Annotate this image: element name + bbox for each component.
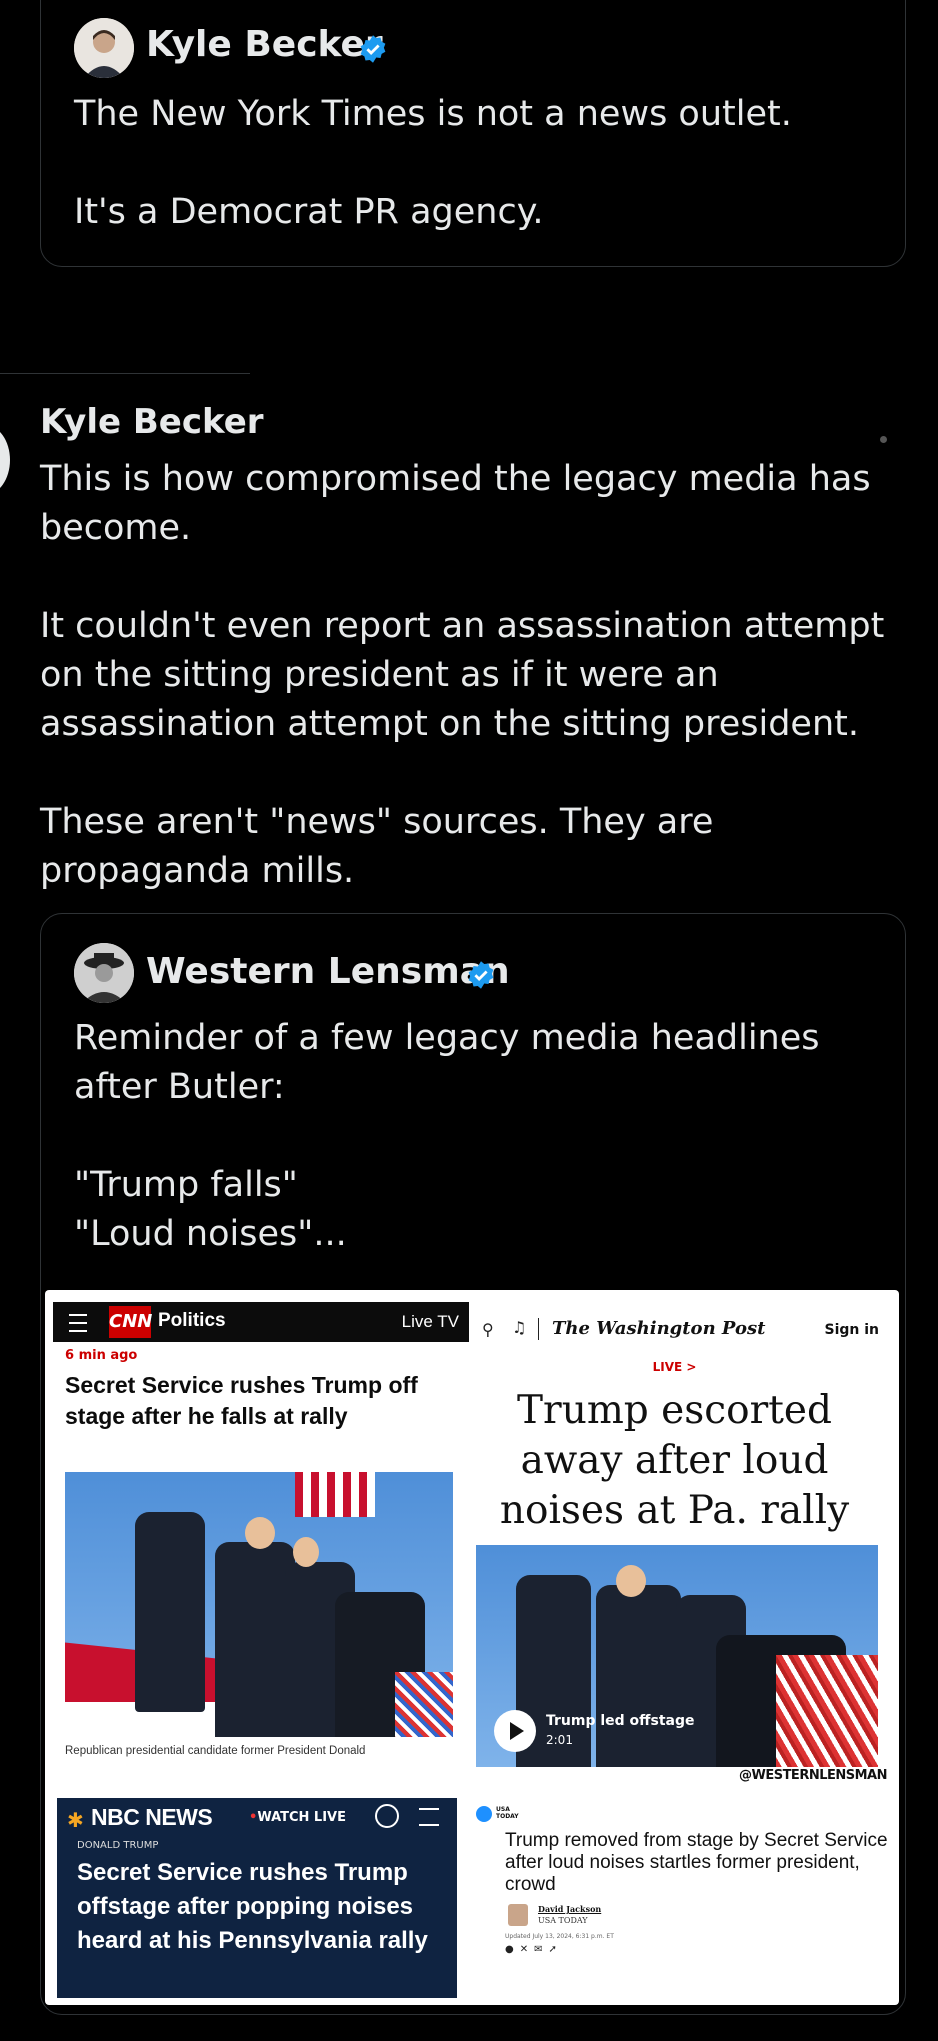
peacock-icon: ✱ xyxy=(67,1808,84,1832)
wapo-masthead: The Washington Post xyxy=(552,1318,766,1339)
tweet-line: The New York Times is not a news outlet. xyxy=(74,94,792,134)
nbc-logo: NBC NEWS xyxy=(91,1804,213,1830)
live-label: LIVE > xyxy=(652,1360,697,1374)
author-name[interactable]: Kyle Becker xyxy=(40,402,264,442)
cnn-headline: Secret Service rushes Trump off stage af… xyxy=(65,1372,418,1429)
play-button-icon xyxy=(494,1710,536,1752)
bell-icon: ♫ xyxy=(512,1318,527,1337)
tweet-body: This is how compromised the legacy media… xyxy=(40,455,900,896)
video-duration: 2:01 xyxy=(546,1733,573,1747)
video-title: Trump led offstage xyxy=(546,1713,695,1729)
search-icon: ⚲ xyxy=(482,1320,494,1339)
menu-icon xyxy=(69,1314,87,1332)
more-options-icon[interactable] xyxy=(880,436,887,443)
watch-live-link: •WATCH LIVE xyxy=(249,1810,346,1825)
tweet-line: "Loud noises"... xyxy=(74,1214,347,1254)
watermark: @WESTERNLENSMAN xyxy=(738,1768,888,1783)
divider xyxy=(0,373,250,374)
share-icons: ●✕✉➚ xyxy=(505,1944,563,1955)
byline-author: David Jackson xyxy=(538,1904,602,1914)
cnn-logo: CNN xyxy=(109,1306,152,1338)
tweet-paragraph: Reminder of a few legacy media headlines… xyxy=(74,1018,820,1107)
wapo-headline: Trump escorted away after loud noises at… xyxy=(499,1388,850,1533)
tweet-body: The New York Times is not a news outlet.… xyxy=(74,90,894,237)
author-avatar xyxy=(508,1904,528,1926)
live-tv-link: Live TV xyxy=(401,1312,459,1331)
watch-live-label: WATCH LIVE xyxy=(257,1810,346,1825)
usatoday-panel: USA TODAY Trump removed from stage by Se… xyxy=(470,1790,899,2005)
usatoday-logo: USA TODAY xyxy=(496,1806,519,1820)
verified-badge-icon xyxy=(360,35,386,63)
byline-outlet: USA TODAY xyxy=(538,1916,588,1925)
tweet-paragraph: It couldn't even report an assassination… xyxy=(40,606,885,744)
tweet-line: It's a Democrat PR agency. xyxy=(74,192,544,232)
tweet-paragraph: This is how compromised the legacy media… xyxy=(40,459,871,548)
account-icon xyxy=(375,1804,399,1828)
wapo-panel: ⚲ ♫ The Washington Post Sign in LIVE > T… xyxy=(470,1290,899,1790)
menu-icon xyxy=(419,1808,439,1826)
sign-in-link: Sign in xyxy=(824,1322,879,1338)
cnn-nav-bar: CNN Politics Live TV xyxy=(53,1302,469,1342)
avatar-western-lensman[interactable] xyxy=(74,943,134,1003)
cnn-section: Politics xyxy=(158,1310,226,1331)
nbc-panel: ✱ NBC NEWS •WATCH LIVE DONALD TRUMP Secr… xyxy=(57,1798,457,1998)
tweet-media-image[interactable]: CNN Politics Live TV 6 min ago Secret Se… xyxy=(45,1290,899,2005)
verified-badge-icon xyxy=(468,961,494,989)
nbc-kicker: DONALD TRUMP xyxy=(77,1840,159,1851)
usatoday-headline: Trump removed from stage by Secret Servi… xyxy=(505,1830,888,1895)
avatar-kyle-becker[interactable] xyxy=(74,18,134,78)
tweet-body: Reminder of a few legacy media headlines… xyxy=(74,1014,874,1259)
timestamp: 6 min ago xyxy=(65,1348,138,1363)
updated-timestamp: Updated July 13, 2024, 6:31 p.m. ET xyxy=(505,1933,614,1940)
cnn-panel: CNN Politics Live TV 6 min ago Secret Se… xyxy=(45,1290,470,1790)
nbc-headline: Secret Service rushes Trump offstage aft… xyxy=(77,1859,428,1954)
cnn-photo xyxy=(65,1472,453,1737)
tweet-line: "Trump falls" xyxy=(74,1165,298,1205)
photo-caption: Republican presidential candidate former… xyxy=(65,1745,366,1757)
avatar-partial[interactable] xyxy=(0,425,10,495)
wapo-video-thumbnail: Trump led offstage 2:01 xyxy=(476,1545,878,1767)
author-name[interactable]: Kyle Becker xyxy=(146,24,383,65)
author-name[interactable]: Western Lensman xyxy=(146,951,510,992)
tweet-paragraph: These aren't "news" sources. They are pr… xyxy=(40,802,714,891)
usatoday-logo-dot xyxy=(476,1806,492,1822)
